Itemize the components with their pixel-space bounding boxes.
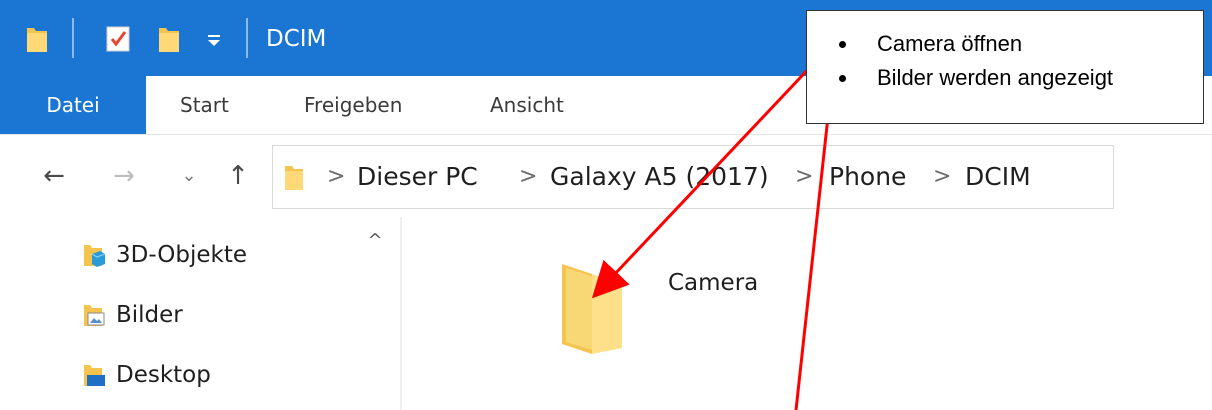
annotation-bullet: Bilder werden angezeigt: [807, 61, 1203, 95]
up-button[interactable]: ↑: [218, 157, 258, 195]
folder-label-camera[interactable]: Camera: [668, 270, 758, 296]
pictures-folder-icon: [84, 305, 105, 326]
annotation-bullet: Camera öffnen: [807, 27, 1203, 61]
breadcrumb-chevron-icon: >: [795, 164, 814, 189]
forward-button[interactable]: →: [104, 157, 144, 195]
tab-ansicht[interactable]: Ansicht: [490, 76, 564, 134]
recent-locations-button[interactable]: ⌄: [174, 157, 204, 195]
folder-icon: [562, 264, 622, 354]
tab-datei[interactable]: Datei: [0, 76, 146, 134]
nav-item-label: 3D-Objekte: [116, 242, 248, 268]
chevron-up-icon: ^: [367, 230, 383, 251]
folder-item-camera[interactable]: [556, 260, 628, 360]
nav-item-3d-objekte[interactable]: 3D-Objekte: [82, 235, 247, 275]
scroll-up-button[interactable]: ^: [360, 226, 390, 256]
navigation-pane: 3D-Objekte Bilder Desktop: [0, 217, 400, 410]
breadcrumb-phone[interactable]: Phone: [829, 146, 906, 208]
breadcrumb-chevron-icon: >: [933, 164, 952, 189]
address-bar[interactable]: > Dieser PC > Galaxy A5 (2017) > Phone >…: [272, 145, 1114, 209]
breadcrumb-galaxy-a5[interactable]: Galaxy A5 (2017): [550, 146, 769, 208]
breadcrumb-dcim[interactable]: DCIM: [965, 146, 1031, 208]
annotation-callout: Camera öffnen Bilder werden angezeigt: [806, 10, 1204, 124]
arrow-right-icon: →: [113, 161, 135, 191]
breadcrumb-dieser-pc[interactable]: Dieser PC: [357, 146, 478, 208]
content-area: [402, 217, 1212, 410]
title-separator: [246, 18, 248, 58]
quick-access-separator: [72, 18, 74, 58]
folder-icon[interactable]: [24, 22, 50, 56]
navigation-bar: ← → ⌄ ↑ > Dieser PC > Galaxy A5 (2017) >…: [0, 135, 1212, 217]
nav-item-desktop[interactable]: Desktop: [82, 355, 211, 395]
window-title: DCIM: [266, 26, 327, 52]
nav-item-label: Bilder: [116, 302, 183, 328]
properties-icon[interactable]: [104, 22, 132, 56]
3d-objects-folder-icon: [84, 245, 106, 267]
back-button[interactable]: ←: [34, 157, 74, 195]
tab-start[interactable]: Start: [180, 76, 229, 134]
nav-item-bilder[interactable]: Bilder: [82, 295, 183, 335]
customize-quick-access-icon[interactable]: [206, 22, 222, 56]
tab-freigeben[interactable]: Freigeben: [304, 76, 402, 134]
breadcrumb-chevron-icon: >: [519, 164, 538, 189]
nav-item-label: Desktop: [116, 362, 211, 388]
new-folder-icon[interactable]: [156, 22, 182, 56]
arrow-left-icon: ←: [43, 161, 65, 191]
breadcrumb-chevron-icon: >: [327, 164, 346, 189]
arrow-up-icon: ↑: [227, 161, 249, 191]
desktop-folder-icon: [84, 365, 105, 386]
chevron-down-icon: ⌄: [181, 165, 197, 186]
folder-icon: [283, 162, 305, 196]
